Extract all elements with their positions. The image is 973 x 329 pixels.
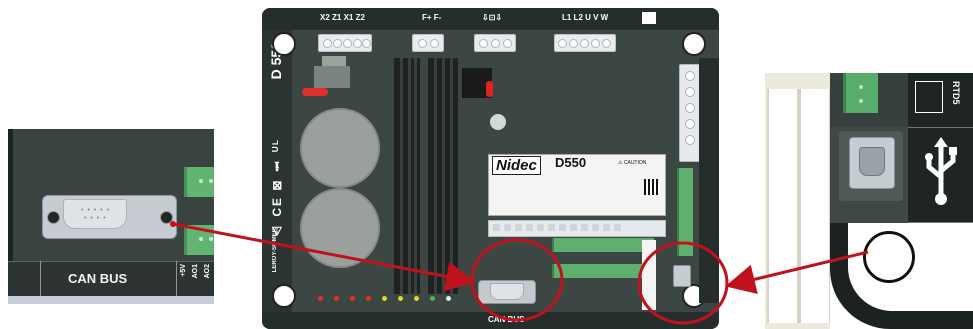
led [414,296,419,301]
red-component [302,88,328,96]
led [334,296,339,301]
green-terminal-top [184,167,214,197]
screw-right [160,211,173,224]
terminal-symbol-icon [915,81,943,113]
qr-code [644,179,660,195]
led [382,296,387,301]
dsub-face [490,283,524,300]
bottom-strip [8,296,214,304]
can-bus-label: CAN BUS [488,315,525,324]
mounting-hole-bottom-left [272,284,296,308]
usb-icon [925,137,957,205]
green-terminal-strip-vertical[interactable] [677,168,693,256]
capacitor-top [300,108,380,188]
divider [176,261,177,296]
mounting-hole-top-right [682,32,706,56]
connector-right-vertical[interactable] [679,64,701,162]
green-terminal-strip-1[interactable] [552,238,654,252]
led [446,296,451,301]
d550-regulator-board: X2 Z1 X1 Z2 F+ F- ⇩⊡⇩ L1 L2 U V W D 550 … [262,8,719,329]
dsub-pins: • • • • • • • • • [81,207,111,222]
red-indicator [486,81,493,97]
green-terminal-strip-2[interactable] [552,264,644,278]
certification-marks: ⚠ CE ⊠ ℹ ᵁᴸ [270,138,284,238]
label-x2-z1-x1-z2: X2 Z1 X1 Z2 [320,13,365,22]
connector-sensing[interactable] [474,34,516,52]
led [350,296,355,301]
led [430,296,435,301]
label-f-plus-minus: F+ F- [422,13,442,22]
label-l1-l2-u-v-w: L1 L2 U V W [562,13,609,22]
connector-x2-z1-x1-z2[interactable] [318,34,372,52]
small-capacitor [490,114,506,130]
board-edge [8,129,13,261]
heatsink-left [394,58,420,294]
connector-f[interactable] [412,34,444,52]
green-terminal [843,73,878,113]
label-ao2: AO2 [204,264,211,279]
green-terminal-bottom [184,225,214,255]
white-marker [642,12,656,24]
usb-port-opening [859,147,885,176]
rtd5-label: RTD5 [951,81,961,105]
led [398,296,403,301]
slot-left [767,89,799,323]
caution-text: ⚠ CAUTION [618,160,647,166]
connector-l1-l2-u-v-w[interactable] [554,34,616,52]
terminal-strip[interactable] [488,220,666,237]
label-5v: +5V [180,264,187,277]
heatsink-right [428,58,458,294]
can-bus-zoom-panel: • • • • • • • • • CAN BUS +5V AO1 AO2 [8,129,214,304]
usb-zoom-panel: RTD5 [765,73,973,329]
usb-port[interactable] [673,265,691,287]
component [314,66,350,88]
white-block [642,240,656,310]
capacitor-bottom [300,188,380,268]
screw-left [47,211,60,224]
divider [40,261,41,296]
led [318,296,323,301]
can-bus-label: CAN BUS [68,271,128,286]
nidec-logo: Nidec [492,156,541,175]
led [366,296,371,301]
brand-label: LEROY-SOMER [272,228,278,273]
slot-right [799,89,831,323]
label-ao1: AO1 [192,264,199,279]
label-sensing: ⇩⊡⇩ [482,13,503,22]
right-label-strip [699,58,719,303]
mounting-hole [863,231,915,283]
sticker-model: D550 [555,155,587,170]
mounting-hole-top-left [272,32,296,56]
